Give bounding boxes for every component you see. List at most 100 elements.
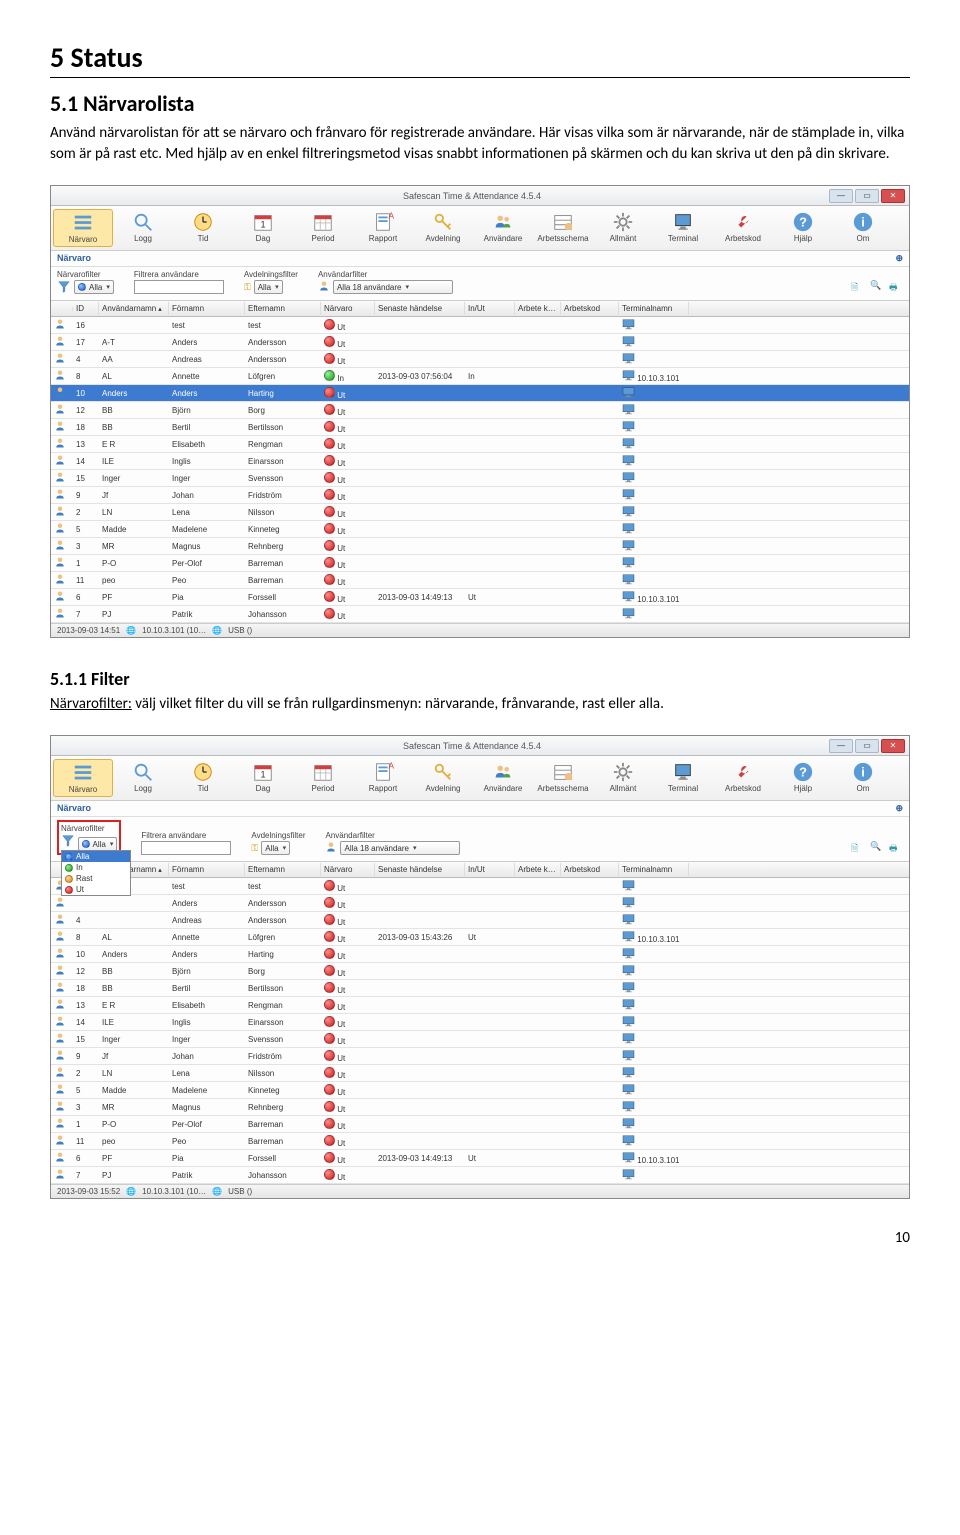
user-filter-input[interactable] [141, 841, 231, 855]
presence-filter-dropdown[interactable]: Alla▾ [78, 837, 118, 851]
table-row[interactable]: 6PFPiaForssell Ut2013-09-03 14:49:13Ut 1… [51, 1150, 909, 1167]
table-row[interactable]: 4AndreasAndersson Ut [51, 912, 909, 929]
col-header[interactable]: Terminalnamn [619, 302, 689, 315]
table-row[interactable]: 9JfJohanFridström Ut [51, 1048, 909, 1065]
print-icon[interactable]: 🖶 [889, 280, 903, 294]
userfilter-dropdown[interactable]: Alla 18 användare▾ [340, 841, 460, 855]
toolbar-rapport[interactable]: ARapport [353, 209, 413, 247]
table-row[interactable]: 3MRMagnusRehnberg Ut [51, 538, 909, 555]
presence-filter-dropdown[interactable]: Alla▾ [74, 280, 114, 294]
toolbar-hjälp[interactable]: ?Hjälp [773, 209, 833, 247]
col-header[interactable]: Senaste händelse [375, 302, 465, 315]
toolbar-rapport[interactable]: ARapport [353, 759, 413, 797]
col-header[interactable] [51, 307, 73, 311]
col-header[interactable]: Senaste händelse [375, 863, 465, 876]
table-row[interactable]: 8ALAnnetteLöfgren Ut2013-09-03 15:43:26U… [51, 929, 909, 946]
dept-filter-dropdown[interactable]: Alla▾ [261, 841, 290, 855]
col-header[interactable]: Arbetskod [561, 863, 619, 876]
table-row[interactable]: testtest Ut [51, 878, 909, 895]
table-row[interactable]: 3MRMagnusRehnberg Ut [51, 1099, 909, 1116]
table-row[interactable]: 11peoPeoBarreman Ut [51, 572, 909, 589]
table-row[interactable]: 7PJPatrikJohansson Ut [51, 1167, 909, 1184]
table-row[interactable]: 18BBBertilBertilsson Ut [51, 419, 909, 436]
toolbar-avdelning[interactable]: Avdelning [413, 209, 473, 247]
toolbar-avdelning[interactable]: Avdelning [413, 759, 473, 797]
toolbar-användare[interactable]: Användare [473, 759, 533, 797]
table-row[interactable]: 12BBBjörnBorg Ut [51, 963, 909, 980]
toolbar-arbetskod[interactable]: Arbetskod [713, 209, 773, 247]
col-header[interactable]: Terminalnamn [619, 863, 689, 876]
table-row[interactable]: 9JfJohanFridström Ut [51, 487, 909, 504]
table-row[interactable]: 18BBBertilBertilsson Ut [51, 980, 909, 997]
toolbar-arbetsschema[interactable]: Arbetsschema [533, 759, 593, 797]
table-row[interactable]: 12BBBjörnBorg Ut [51, 402, 909, 419]
toolbar-närvaro[interactable]: Närvaro [53, 759, 113, 797]
table-row[interactable]: 16testtest Ut [51, 317, 909, 334]
table-row[interactable]: 6PFPiaForssell Ut2013-09-03 14:49:13Ut 1… [51, 589, 909, 606]
col-header[interactable]: Närvaro [321, 863, 375, 876]
col-header[interactable]: ID [73, 302, 99, 315]
dropdown-option-ut[interactable]: Ut [62, 884, 130, 895]
col-header[interactable]: In/Ut [465, 302, 515, 315]
toolbar-dag[interactable]: 1Dag [233, 759, 293, 797]
col-header[interactable]: Förnamn [169, 302, 245, 315]
toolbar-om[interactable]: iOm [833, 209, 893, 247]
table-row[interactable]: 15IngerIngerSvensson Ut [51, 1031, 909, 1048]
table-row[interactable]: 10AndersAndersHarting Ut [51, 385, 909, 402]
maximize-button[interactable]: ▭ [855, 189, 879, 203]
table-row[interactable]: 8ALAnnetteLöfgren In2013-09-03 07:56:04I… [51, 368, 909, 385]
table-row[interactable]: 10AndersAndersHarting Ut [51, 946, 909, 963]
table-row[interactable]: 1P-OPer-OlofBarreman Ut [51, 555, 909, 572]
table-row[interactable]: 5MaddeMadeleneKinneteg Ut [51, 1082, 909, 1099]
table-row[interactable]: AndersAndersson Ut [51, 895, 909, 912]
col-header[interactable]: Arbetskod [561, 302, 619, 315]
table-row[interactable]: 14ILEInglisEinarsson Ut [51, 453, 909, 470]
dropdown-option-alla[interactable]: Alla [62, 851, 130, 862]
toolbar-allmänt[interactable]: Allmänt [593, 759, 653, 797]
toolbar-om[interactable]: iOm [833, 759, 893, 797]
table-row[interactable]: 17A-TAndersAndersson Ut [51, 334, 909, 351]
toolbar-användare[interactable]: Användare [473, 209, 533, 247]
table-row[interactable]: 14ILEInglisEinarsson Ut [51, 1014, 909, 1031]
maximize-button[interactable]: ▭ [855, 739, 879, 753]
dropdown-option-in[interactable]: In [62, 862, 130, 873]
table-row[interactable]: 4AAAndreasAndersson Ut [51, 351, 909, 368]
close-button[interactable]: ✕ [881, 189, 905, 203]
col-header[interactable]: In/Ut [465, 863, 515, 876]
table-row[interactable]: 2LNLenaNilsson Ut [51, 504, 909, 521]
toolbar-allmänt[interactable]: Allmänt [593, 209, 653, 247]
table-row[interactable]: 2LNLenaNilsson Ut [51, 1065, 909, 1082]
table-row[interactable]: 13E RElisabethRengman Ut [51, 997, 909, 1014]
toolbar-närvaro[interactable]: Närvaro [53, 209, 113, 247]
toolbar-logg[interactable]: Logg [113, 209, 173, 247]
table-row[interactable]: 11peoPeoBarreman Ut [51, 1133, 909, 1150]
user-filter-input[interactable] [134, 280, 224, 294]
toolbar-logg[interactable]: Logg [113, 759, 173, 797]
toolbar-tid[interactable]: Tid [173, 759, 233, 797]
export-icon[interactable]: 🗎 [851, 280, 865, 294]
toolbar-hjälp[interactable]: ?Hjälp [773, 759, 833, 797]
toolbar-terminal[interactable]: Terminal [653, 759, 713, 797]
minimize-button[interactable]: — [829, 189, 853, 203]
table-row[interactable]: 1P-OPer-OlofBarreman Ut [51, 1116, 909, 1133]
toolbar-arbetskod[interactable]: Arbetskod [713, 759, 773, 797]
print-preview-icon[interactable]: 🔍 [870, 841, 884, 855]
dropdown-option-rast[interactable]: Rast [62, 873, 130, 884]
col-header[interactable]: Arbete k… [515, 863, 561, 876]
col-header[interactable]: Användarnamn▴ [99, 302, 169, 315]
toolbar-tid[interactable]: Tid [173, 209, 233, 247]
export-icon[interactable]: 🗎 [851, 841, 865, 855]
collapse-icon[interactable]: ⊕ [895, 253, 903, 264]
print-icon[interactable]: 🖶 [889, 841, 903, 855]
col-header[interactable]: Efternamn [245, 863, 321, 876]
table-row[interactable]: 7PJPatrikJohansson Ut [51, 606, 909, 623]
minimize-button[interactable]: — [829, 739, 853, 753]
col-header[interactable]: Närvaro [321, 302, 375, 315]
userfilter-dropdown[interactable]: Alla 18 användare▾ [333, 280, 453, 294]
toolbar-arbetsschema[interactable]: Arbetsschema [533, 209, 593, 247]
collapse-icon[interactable]: ⊕ [895, 803, 903, 814]
close-button[interactable]: ✕ [881, 739, 905, 753]
table-row[interactable]: 5MaddeMadeleneKinneteg Ut [51, 521, 909, 538]
toolbar-period[interactable]: Period [293, 759, 353, 797]
col-header[interactable]: Arbete k… [515, 302, 561, 315]
